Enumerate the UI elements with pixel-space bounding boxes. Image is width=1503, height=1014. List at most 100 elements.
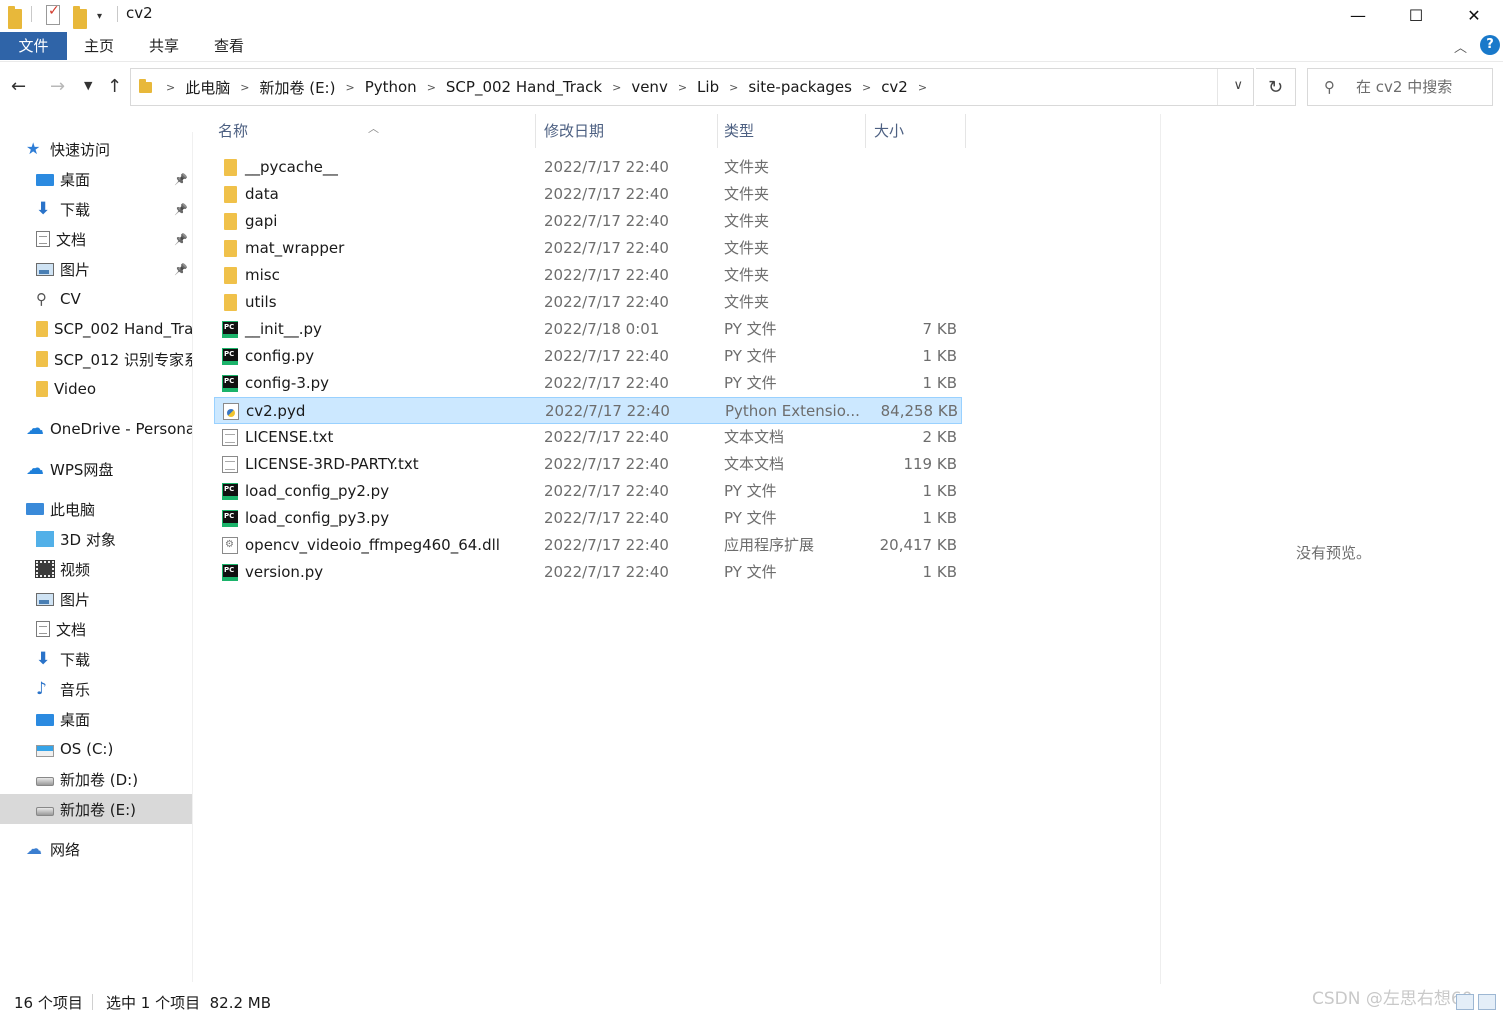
tab-home[interactable]: 主页: [73, 32, 125, 60]
chevron-right-icon[interactable]: >: [858, 81, 875, 94]
sidebar-item[interactable]: 视频: [0, 554, 192, 584]
file-row[interactable]: LICENSE-3RD-PARTY.txt 2022/7/17 22:40 文本文档…: [214, 451, 962, 478]
pin-icon[interactable]: 📌: [174, 233, 188, 246]
file-row[interactable]: cv2.pyd 2022/7/17 22:40 Python Extensio...…: [214, 397, 962, 424]
tab-share[interactable]: 共享: [138, 32, 190, 60]
breadcrumb-item[interactable]: site-packages: [742, 78, 858, 96]
file-row[interactable]: data 2022/7/17 22:40 文件夹: [214, 181, 962, 208]
sidebar-item[interactable]: 新加卷 (D:): [0, 764, 192, 794]
file-row[interactable]: config-3.py 2022/7/17 22:40 PY 文件 1 KB: [214, 370, 962, 397]
file-row[interactable]: version.py 2022/7/17 22:40 PY 文件 1 KB: [214, 559, 962, 586]
chevron-right-icon[interactable]: >: [914, 81, 931, 94]
sidebar-item-label: 文档: [56, 230, 87, 249]
breadcrumb-item[interactable]: Python: [359, 78, 423, 96]
file-row[interactable]: __init__.py 2022/7/18 0:01 PY 文件 7 KB: [214, 316, 962, 343]
recent-locations-chevron-icon[interactable]: ▼: [84, 79, 92, 92]
file-date: 2022/7/18 0:01: [544, 320, 660, 338]
chevron-right-icon[interactable]: >: [162, 81, 179, 94]
address-history-chevron-icon[interactable]: ∨: [1233, 78, 1243, 93]
preview-empty-text: 没有预览。: [1296, 544, 1372, 562]
sidebar-item[interactable]: ⚲ CV: [0, 284, 192, 314]
close-button[interactable]: ✕: [1445, 0, 1503, 30]
file-row[interactable]: mat_wrapper 2022/7/17 22:40 文件夹: [214, 235, 962, 262]
tab-view[interactable]: 查看: [203, 32, 255, 60]
file-size: 1 KB: [922, 374, 957, 392]
large-icons-view-icon[interactable]: [1478, 994, 1496, 1010]
file-name: misc: [245, 266, 280, 284]
breadcrumb-item[interactable]: SCP_002 Hand_Track: [440, 78, 608, 96]
minimize-button[interactable]: —: [1329, 0, 1387, 30]
address-bar[interactable]: > 此电脑 > 新加卷 (E:) > Python > SCP_002 Hand…: [130, 68, 1254, 106]
sidebar-item[interactable]: ★ 快速访问: [0, 134, 192, 164]
sidebar-item[interactable]: SCP_002 Hand_Track: [0, 314, 192, 344]
column-header-type[interactable]: 类型: [720, 114, 866, 148]
sidebar-item[interactable]: 新加卷 (E:): [0, 794, 192, 824]
search-input[interactable]: [1356, 77, 1486, 97]
back-arrow-icon[interactable]: ←: [11, 76, 26, 97]
sidebar-item[interactable]: 桌面 📌: [0, 164, 192, 194]
customize-quick-access-icon[interactable]: ▾: [97, 6, 102, 26]
file-row[interactable]: config.py 2022/7/17 22:40 PY 文件 1 KB: [214, 343, 962, 370]
sidebar-item[interactable]: 文档 📌: [0, 224, 192, 254]
file-row[interactable]: gapi 2022/7/17 22:40 文件夹: [214, 208, 962, 235]
chevron-right-icon[interactable]: >: [423, 81, 440, 94]
properties-icon[interactable]: [46, 3, 60, 25]
breadcrumb-item[interactable]: venv: [625, 78, 674, 96]
sidebar-item[interactable]: ☁ WPS网盘: [0, 454, 192, 484]
pin-icon[interactable]: 📌: [174, 173, 188, 186]
breadcrumb-item[interactable]: Lib: [691, 78, 725, 96]
pin-icon[interactable]: 📌: [174, 203, 188, 216]
sidebar-item[interactable]: Video: [0, 374, 192, 404]
preview-pane-divider[interactable]: [1160, 114, 1161, 984]
sidebar-item[interactable]: 图片 📌: [0, 254, 192, 284]
file-row[interactable]: load_config_py2.py 2022/7/17 22:40 PY 文件 1 …: [214, 478, 962, 505]
file-type: PY 文件: [724, 563, 777, 581]
file-row[interactable]: LICENSE.txt 2022/7/17 22:40 文本文档 2 KB: [214, 424, 962, 451]
sidebar-item-label: 桌面: [60, 170, 91, 189]
file-row[interactable]: utils 2022/7/17 22:40 文件夹: [214, 289, 962, 316]
help-icon[interactable]: ?: [1480, 35, 1500, 55]
file-row[interactable]: load_config_py3.py 2022/7/17 22:40 PY 文件 1 …: [214, 505, 962, 532]
sidebar-item[interactable]: ♪ 音乐: [0, 674, 192, 704]
column-header-name[interactable]: 名称 ︿: [214, 114, 536, 148]
file-row[interactable]: opencv_videoio_ffmpeg460_64.dll 2022/7/17…: [214, 532, 962, 559]
file-date: 2022/7/17 22:40: [544, 239, 669, 257]
file-name: load_config_py2.py: [245, 482, 390, 500]
sidebar-item[interactable]: 桌面: [0, 704, 192, 734]
breadcrumb: > 此电脑 > 新加卷 (E:) > Python > SCP_002 Hand…: [131, 69, 931, 105]
chevron-right-icon[interactable]: >: [341, 81, 358, 94]
new-folder-icon[interactable]: [73, 6, 87, 29]
sidebar-item[interactable]: 此电脑: [0, 494, 192, 524]
sidebar-item[interactable]: 3D 对象: [0, 524, 192, 554]
sidebar-item[interactable]: ⬇ 下载: [0, 644, 192, 674]
sidebar-item[interactable]: SCP_012 识别专家系统: [0, 344, 192, 374]
expand-ribbon-icon[interactable]: ︿: [1454, 37, 1467, 56]
sort-ascending-icon: ︿: [368, 122, 379, 135]
up-arrow-icon[interactable]: ↑: [107, 76, 122, 97]
sidebar-item[interactable]: ☁ 网络: [0, 834, 192, 864]
file-type: 文件夹: [724, 212, 770, 230]
pin-icon[interactable]: 📌: [174, 263, 188, 276]
forward-arrow-icon[interactable]: →: [50, 76, 65, 97]
breadcrumb-item[interactable]: cv2: [875, 78, 914, 96]
refresh-icon[interactable]: ↻: [1256, 68, 1296, 106]
breadcrumb-item[interactable]: 此电脑: [179, 77, 236, 98]
file-row[interactable]: misc 2022/7/17 22:40 文件夹: [214, 262, 962, 289]
sidebar-item[interactable]: OS (C:): [0, 734, 192, 764]
breadcrumb-item[interactable]: 新加卷 (E:): [253, 77, 341, 98]
sidebar-item[interactable]: ☁ OneDrive - Personal: [0, 414, 192, 444]
sidebar-item[interactable]: ⬇ 下载 📌: [0, 194, 192, 224]
tab-file[interactable]: 文件: [0, 32, 67, 60]
chevron-right-icon[interactable]: >: [236, 81, 253, 94]
details-view-icon[interactable]: [1456, 994, 1474, 1010]
sidebar-item[interactable]: 图片: [0, 584, 192, 614]
file-row[interactable]: __pycache__ 2022/7/17 22:40 文件夹: [214, 154, 962, 181]
chevron-right-icon[interactable]: >: [674, 81, 691, 94]
column-header-size[interactable]: 大小: [870, 114, 966, 148]
sidebar-item[interactable]: 文档: [0, 614, 192, 644]
search-box[interactable]: ⚲: [1307, 68, 1493, 106]
column-header-date[interactable]: 修改日期: [540, 114, 718, 148]
maximize-button[interactable]: ☐: [1387, 0, 1445, 30]
chevron-right-icon[interactable]: >: [725, 81, 742, 94]
chevron-right-icon[interactable]: >: [608, 81, 625, 94]
